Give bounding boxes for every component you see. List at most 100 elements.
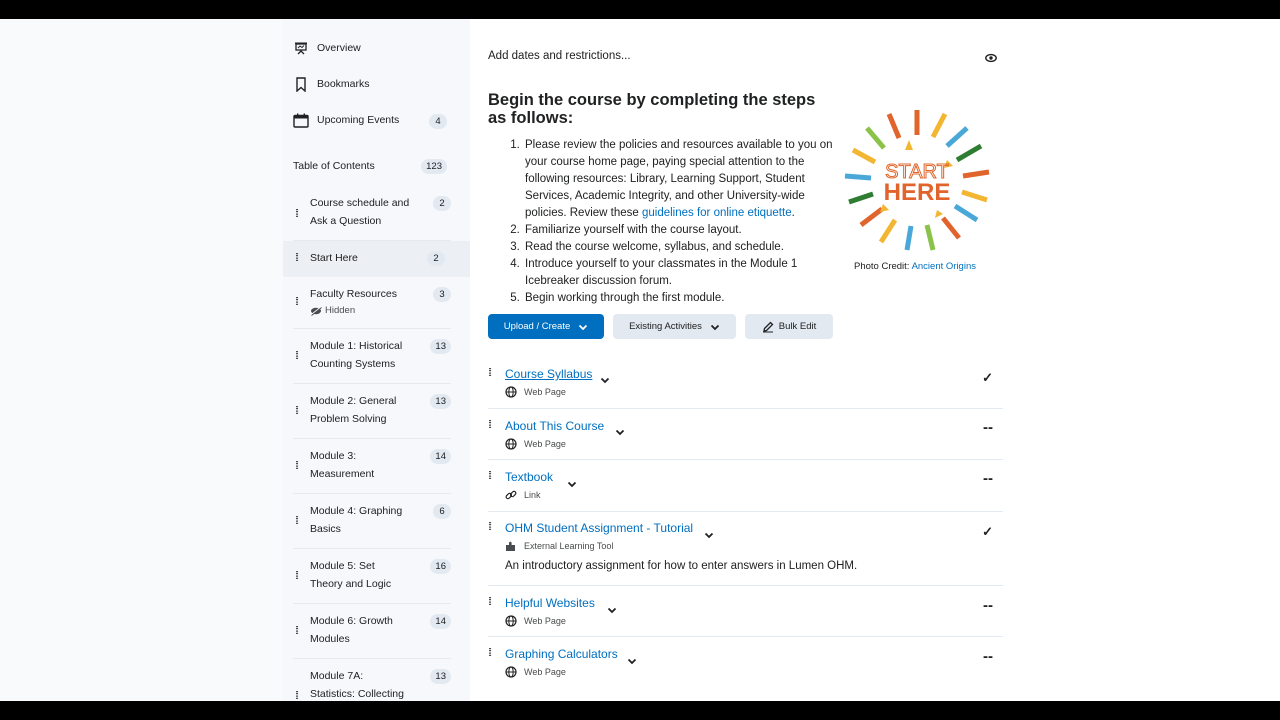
globe-icon xyxy=(505,438,517,450)
existing-activities-button[interactable]: Existing Activities xyxy=(613,314,736,339)
table-of-contents-link[interactable]: Table of Contents xyxy=(293,160,375,172)
toc-item-count: 2 xyxy=(427,251,445,266)
completion-status: -- xyxy=(983,648,993,665)
item-type-label: Web Page xyxy=(524,387,566,397)
toc-item-module-6[interactable]: ⁞⁞ Module 6: Growth Modules 14 xyxy=(293,604,451,659)
step-4: Introduce yourself to your classmates in… xyxy=(523,256,835,290)
drag-handle-icon[interactable]: ⁞⁞ xyxy=(295,402,299,420)
chevron-down-icon[interactable] xyxy=(704,530,714,540)
chevron-down-icon[interactable] xyxy=(607,605,617,615)
nav-overview-label: Overview xyxy=(317,42,361,54)
content-item-textbook[interactable]: ⁞⁞ Textbook Link -- xyxy=(488,460,1003,512)
toc-item-module-7a[interactable]: ⁞⁞ Module 7A: Statistics: Collecting 13 xyxy=(293,659,451,701)
hidden-status: Hidden xyxy=(310,304,410,318)
toc-item-count: 6 xyxy=(433,504,451,519)
drag-handle-icon[interactable]: ⁞⁞ xyxy=(295,567,299,585)
toc-item-course-schedule[interactable]: ⁞⁞ Course schedule and Ask a Question 2 xyxy=(293,193,451,241)
drag-handle-icon[interactable]: ⁞⁞ xyxy=(488,521,492,533)
completion-status: -- xyxy=(983,470,993,487)
nav-upcoming-events-label: Upcoming Events xyxy=(317,114,400,126)
toc-item-module-1[interactable]: ⁞⁞ Module 1: Historical Counting Systems… xyxy=(293,329,451,384)
calendar-icon xyxy=(293,112,309,128)
toc-item-faculty-resources[interactable]: ⁞⁞ Faculty Resources Hidden 3 xyxy=(293,277,451,329)
add-dates-link[interactable]: Add dates and restrictions... xyxy=(488,50,631,62)
toc-item-count: 16 xyxy=(430,559,451,574)
nav-bookmarks[interactable]: Bookmarks xyxy=(293,76,370,92)
toc-item-label: Faculty Resources xyxy=(310,288,397,300)
step-1-end: . xyxy=(791,207,795,219)
completion-status: -- xyxy=(983,597,993,614)
item-title-link[interactable]: About This Course xyxy=(505,419,604,433)
bulk-edit-label: Bulk Edit xyxy=(778,321,817,332)
toc-item-module-5[interactable]: ⁞⁞ Module 5: Set Theory and Logic 16 xyxy=(293,549,451,604)
drag-handle-icon[interactable]: ⁞⁞ xyxy=(488,367,492,379)
drag-handle-icon[interactable]: ⁞⁞ xyxy=(295,249,299,267)
chevron-down-icon[interactable] xyxy=(567,479,577,489)
content-item-graphing-calculators[interactable]: ⁞⁞ Graphing Calculators Web Page -- xyxy=(488,637,1003,697)
item-title-link[interactable]: Course Syllabus xyxy=(505,367,592,381)
globe-icon xyxy=(505,386,517,398)
visibility-eye-icon[interactable] xyxy=(985,50,997,68)
item-title-link[interactable]: Helpful Websites xyxy=(505,596,595,610)
main-content: Add dates and restrictions... Begin the … xyxy=(470,19,1280,701)
toc-item-module-3[interactable]: ⁞⁞ Module 3: Measurement 14 xyxy=(293,439,451,494)
link-icon xyxy=(505,489,517,501)
upload-create-button[interactable]: Upload / Create xyxy=(488,314,604,339)
toc-count: 123 xyxy=(421,159,447,174)
content-item-helpful-websites[interactable]: ⁞⁞ Helpful Websites Web Page -- xyxy=(488,586,1003,637)
toc-item-label: Module 5: Set Theory and Logic xyxy=(310,560,392,590)
photo-credit: Photo Credit: Ancient Origins xyxy=(854,261,976,272)
drag-handle-icon[interactable]: ⁞⁞ xyxy=(295,457,299,475)
drag-handle-icon[interactable]: ⁞⁞ xyxy=(295,512,299,530)
content-item-ohm-assignment[interactable]: ⁞⁞ OHM Student Assignment - Tutorial Ext… xyxy=(488,512,1003,586)
item-type: Web Page xyxy=(505,438,566,450)
credit-label: Photo Credit: xyxy=(854,261,912,272)
nav-overview[interactable]: Overview xyxy=(293,40,361,56)
drag-handle-icon[interactable]: ⁞⁞ xyxy=(295,622,299,640)
toc-item-module-2[interactable]: ⁞⁞ Module 2: General Problem Solving 13 xyxy=(293,384,451,439)
item-title-link[interactable]: Graphing Calculators xyxy=(505,647,618,661)
step-5: Begin working through the first module. xyxy=(523,290,835,307)
item-type: External Learning Tool xyxy=(505,540,613,552)
globe-icon xyxy=(505,615,517,627)
presentation-icon xyxy=(293,40,309,56)
chevron-down-icon[interactable] xyxy=(615,427,625,437)
bookmark-icon xyxy=(293,76,309,92)
chevron-down-icon[interactable] xyxy=(600,375,610,385)
toc-item-count: 13 xyxy=(430,394,451,409)
drag-handle-icon[interactable]: ⁞⁞ xyxy=(295,347,299,365)
sidebar: Overview Bookmarks Upcoming Events 4 Tab… xyxy=(0,19,470,701)
drag-handle-icon[interactable]: ⁞⁞ xyxy=(488,419,492,431)
toc-item-label: Module 4: Graphing Basics xyxy=(310,505,403,535)
content-item-about-course[interactable]: ⁞⁞ About This Course Web Page -- xyxy=(488,409,1003,460)
drag-handle-icon[interactable]: ⁞⁞ xyxy=(295,293,299,311)
drag-handle-icon[interactable]: ⁞⁞ xyxy=(488,470,492,482)
toc-item-module-4[interactable]: ⁞⁞ Module 4: Graphing Basics 6 xyxy=(293,494,451,549)
completion-check-icon: ✓ xyxy=(982,370,993,385)
toc-item-label: Module 1: Historical Counting Systems xyxy=(310,340,403,370)
chevron-down-icon xyxy=(579,324,588,330)
toc-item-count: 14 xyxy=(430,614,451,629)
credit-link[interactable]: Ancient Origins xyxy=(912,261,976,272)
steps-list: Please review the policies and resources… xyxy=(505,137,835,307)
drag-handle-icon[interactable]: ⁞⁞ xyxy=(295,205,299,223)
drag-handle-icon[interactable]: ⁞⁞ xyxy=(295,687,299,701)
upcoming-events-count: 4 xyxy=(429,114,447,129)
nav-bookmarks-label: Bookmarks xyxy=(317,78,370,90)
toc-label: Table of Contents xyxy=(293,160,375,172)
drag-handle-icon[interactable]: ⁞⁞ xyxy=(488,596,492,608)
content-item-course-syllabus[interactable]: ⁞⁞ Course Syllabus Web Page ✓ xyxy=(488,359,1003,409)
item-title-link[interactable]: OHM Student Assignment - Tutorial xyxy=(505,521,693,535)
item-title-link[interactable]: Textbook xyxy=(505,470,553,484)
bulk-edit-button[interactable]: Bulk Edit xyxy=(745,314,833,339)
item-type: Web Page xyxy=(505,666,566,678)
chevron-down-icon[interactable] xyxy=(627,656,637,666)
drag-handle-icon[interactable]: ⁞⁞ xyxy=(488,647,492,659)
toc-item-label: Module 6: Growth Modules xyxy=(310,615,393,645)
existing-activities-label: Existing Activities xyxy=(629,321,702,332)
intro-heading: Begin the course by completing the steps… xyxy=(488,91,816,127)
toc-item-start-here[interactable]: ⁞⁞ Start Here 2 xyxy=(283,241,470,277)
toc-item-label: Module 2: General Problem Solving xyxy=(310,395,397,425)
etiquette-link[interactable]: guidelines for online etiquette xyxy=(642,207,792,219)
toc-item-count: 13 xyxy=(430,669,451,684)
